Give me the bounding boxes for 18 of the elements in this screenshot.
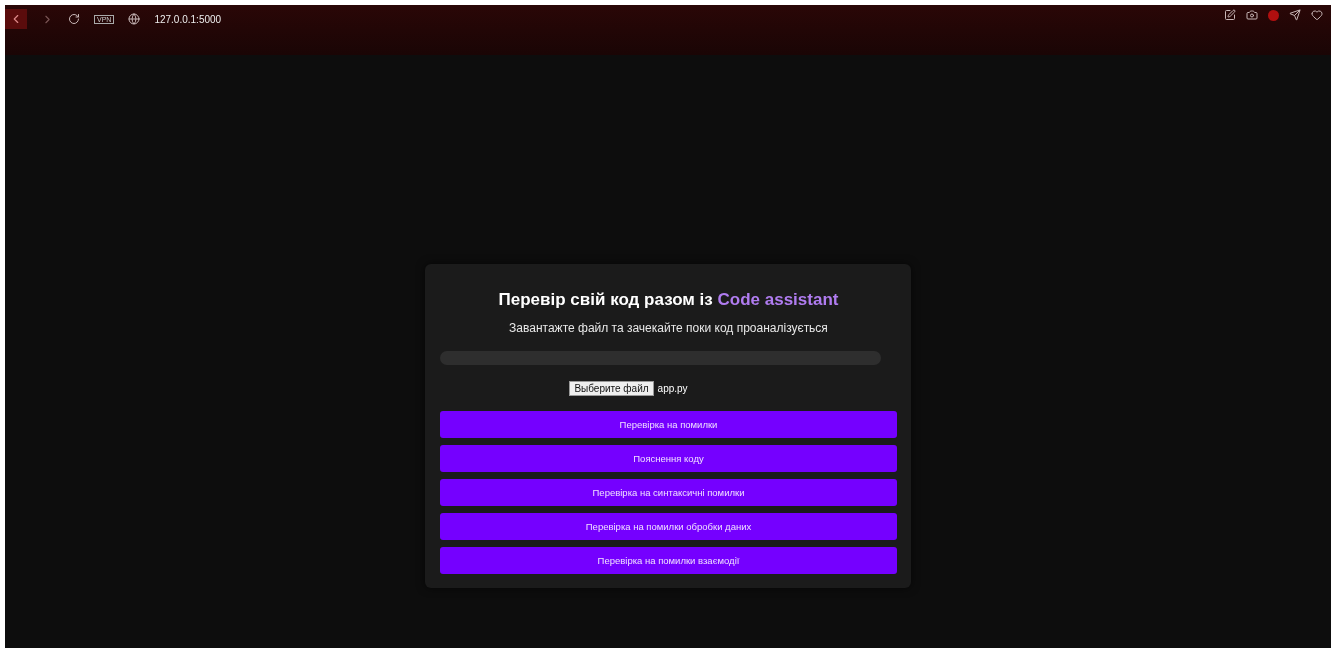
choose-file-button[interactable]: Выберите файл (569, 381, 654, 396)
globe-icon (128, 13, 141, 25)
edit-icon[interactable] (1224, 9, 1236, 21)
action-button[interactable]: Перевірка на помилки обробки даних (440, 513, 897, 540)
heart-icon[interactable] (1311, 9, 1323, 21)
back-button[interactable] (5, 9, 27, 29)
file-name: app.py (657, 383, 688, 394)
reload-icon[interactable] (68, 13, 80, 25)
action-button[interactable]: Пояснення коду (440, 445, 897, 472)
camera-icon[interactable] (1246, 9, 1258, 21)
action-button[interactable]: Перевірка на синтаксичні помилки (440, 479, 897, 506)
action-button[interactable]: Перевірка на помилки взаємодії (440, 547, 897, 574)
action-button[interactable]: Перевірка на помилки (440, 411, 897, 438)
send-icon[interactable] (1289, 9, 1301, 21)
page-title: Перевір свій код разом із Code assistant (498, 290, 839, 310)
address-bar[interactable]: 127.0.0.1:5000 (154, 13, 222, 25)
record-icon[interactable] (1268, 9, 1279, 21)
subtitle: Завантажте файл та зачекайте поки код проаналізується (509, 321, 828, 335)
